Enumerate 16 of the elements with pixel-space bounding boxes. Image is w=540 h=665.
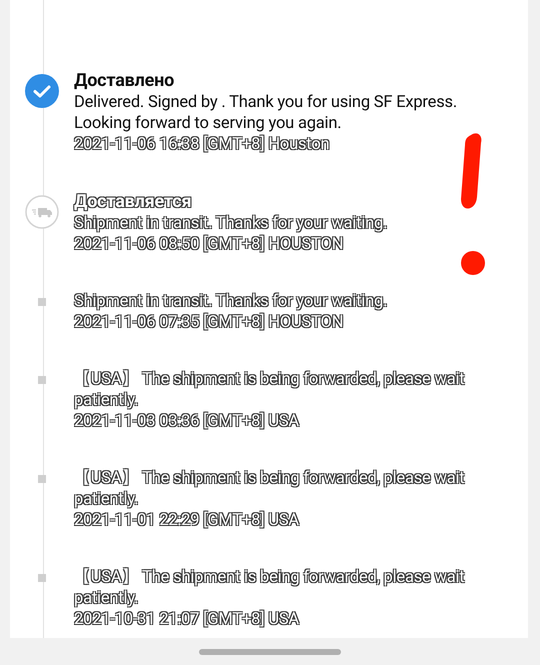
event-description: Delivered. Signed by . Thank you for using SF Express. Looking forward to serving you again. <box>74 92 458 134</box>
event-time: 2021-11-06 07:35 [GMT+8] HOUSTON <box>74 312 344 333</box>
event-time: 2021-11-03 03:36 [GMT+8] USA <box>74 411 301 432</box>
status-title: Доставляется <box>74 191 192 213</box>
status-title: Доставлено <box>74 70 176 92</box>
event-time: 2021-11-06 08:50 [GMT+8] HOUSTON <box>74 234 344 255</box>
event-description: 【USA】 The shipment is being forwarded, please wait patiently. <box>74 369 466 411</box>
event-description: 【USA】 The shipment is being forwarded, please wait patiently. <box>74 567 466 609</box>
event-time: 2021-10-31 21:07 [GMT+8] USA <box>74 609 301 630</box>
event-time: 2021-11-01 22:29 [GMT+8] USA <box>74 510 301 531</box>
event-description: 【USA】 The shipment is being forwarded, please wait patiently. <box>74 468 466 510</box>
truck-icon <box>25 195 59 229</box>
check-icon <box>25 74 59 108</box>
event-time: 2021-11-06 16:38 [GMT+8] Houston <box>74 134 330 155</box>
event-description: Shipment in transit. Thanks for your waiting. <box>74 291 388 312</box>
event-description: Shipment in transit. Thanks for your waiting. <box>74 213 388 234</box>
